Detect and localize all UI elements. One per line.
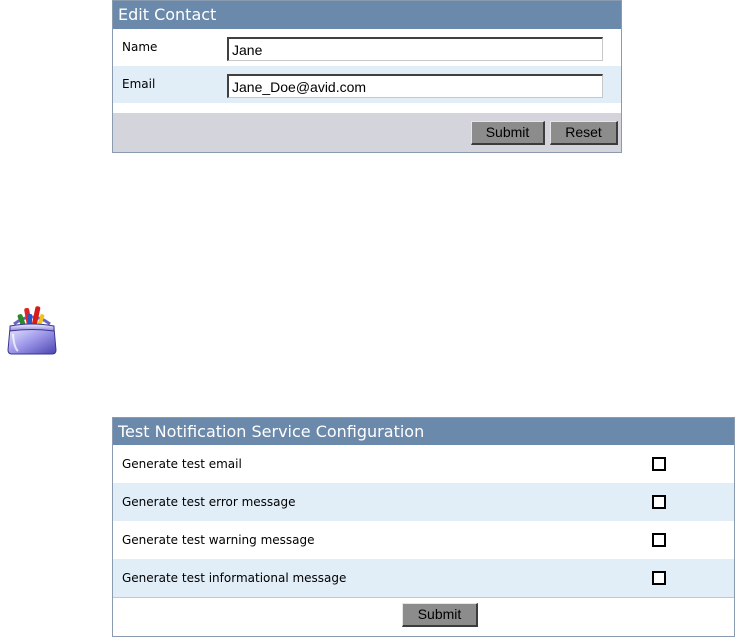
test-informational-checkbox[interactable] bbox=[652, 571, 666, 585]
name-input[interactable] bbox=[227, 37, 603, 61]
submit-button[interactable]: Submit bbox=[471, 121, 545, 145]
test-informational-label: Generate test informational message bbox=[122, 571, 347, 585]
toolbox-icon bbox=[4, 304, 60, 356]
row-test-informational: Generate test informational message bbox=[113, 559, 734, 597]
test-warning-label: Generate test warning message bbox=[122, 533, 315, 547]
row-test-error: Generate test error message bbox=[113, 483, 734, 521]
test-warning-checkbox[interactable] bbox=[652, 533, 666, 547]
test-email-label: Generate test email bbox=[122, 457, 242, 471]
test-error-label: Generate test error message bbox=[122, 495, 296, 509]
notification-config-title: Test Notification Service Configuration bbox=[113, 418, 734, 445]
notification-config-footer: Submit bbox=[113, 597, 734, 636]
name-row: Name bbox=[113, 29, 621, 66]
edit-contact-title: Edit Contact bbox=[113, 1, 621, 29]
email-label: Email bbox=[122, 77, 156, 91]
edit-contact-panel: Edit Contact Name Email Submit Reset bbox=[112, 0, 622, 153]
notification-config-panel: Test Notification Service Configuration … bbox=[112, 417, 735, 637]
email-input[interactable] bbox=[227, 74, 603, 98]
row-test-warning: Generate test warning message bbox=[113, 521, 734, 559]
edit-contact-footer: Submit Reset bbox=[113, 113, 621, 152]
name-label: Name bbox=[122, 40, 158, 54]
email-row: Email bbox=[113, 66, 621, 103]
notification-submit-button[interactable]: Submit bbox=[402, 603, 478, 627]
test-email-checkbox[interactable] bbox=[652, 457, 666, 471]
row-test-email: Generate test email bbox=[113, 445, 734, 483]
reset-button[interactable]: Reset bbox=[550, 121, 618, 145]
test-error-checkbox[interactable] bbox=[652, 495, 666, 509]
